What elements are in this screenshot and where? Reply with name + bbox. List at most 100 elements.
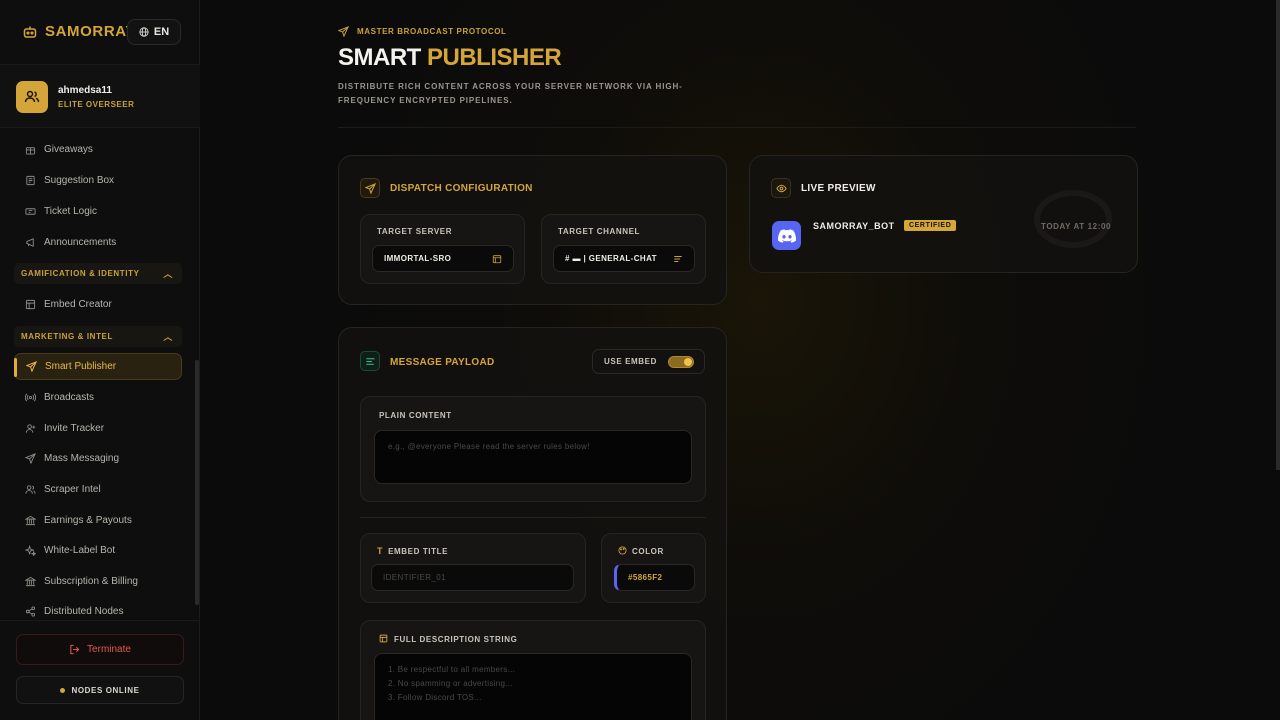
logout-icon xyxy=(70,644,80,655)
chevron-up-icon: ︿ xyxy=(163,269,173,279)
sidebar-item-label: Suggestion Box xyxy=(44,175,115,186)
sidebar-item-mass-messaging[interactable]: Mass Messaging xyxy=(14,445,182,472)
preview-timestamp: TODAY AT 12:00 xyxy=(1041,222,1112,231)
palette-icon xyxy=(618,546,627,557)
eye-watermark-icon xyxy=(1034,190,1112,248)
users-icon xyxy=(24,484,36,496)
header-divider xyxy=(338,127,1136,128)
layout-icon xyxy=(379,634,388,645)
embed-title-placeholder: IDENTIFIER_01 xyxy=(383,573,446,582)
sidebar-item-label: White-Label Bot xyxy=(44,545,116,556)
target-server-select[interactable]: IMMORTAL-SRO xyxy=(372,245,514,272)
use-embed-toggle[interactable] xyxy=(668,356,694,368)
robot-icon xyxy=(22,24,38,40)
globe-icon xyxy=(139,27,149,37)
preview-title: LIVE PREVIEW xyxy=(801,183,876,194)
bank-icon xyxy=(24,515,36,527)
message-payload-card: MESSAGE PAYLOAD PLAIN CONTENT e.g., @eve… xyxy=(338,327,727,720)
target-channel-label: TARGET CHANNEL xyxy=(558,227,641,236)
plain-content-label: PLAIN CONTENT xyxy=(379,411,452,420)
use-embed-toggle-box[interactable]: USE EMBED xyxy=(592,349,705,374)
user-role: ELITE OVERSEER xyxy=(58,100,135,109)
eye-icon xyxy=(771,178,791,198)
sidebar-item-earnings-payouts[interactable]: Earnings & Payouts xyxy=(14,507,182,534)
broadcast-icon xyxy=(24,392,36,404)
avatar xyxy=(16,81,48,113)
chevron-up-icon: ︿ xyxy=(163,332,173,342)
page-title-main: SMART xyxy=(338,44,421,71)
sidebar-item-subscription-billing[interactable]: Subscription & Billing xyxy=(14,568,182,595)
embed-title-group: T EMBED TITLE IDENTIFIER_01 xyxy=(360,533,586,603)
group-marketing[interactable]: MARKETING & INTEL ︿ xyxy=(14,326,182,347)
status-dot-icon xyxy=(60,687,66,693)
sidebar-item-embed-creator[interactable]: Embed Creator xyxy=(14,291,182,318)
sidebar-item-label: Embed Creator xyxy=(44,299,112,310)
sidebar-item-invite-tracker[interactable]: Invite Tracker xyxy=(14,415,182,442)
description-label: FULL DESCRIPTION STRING xyxy=(394,635,518,644)
send-icon xyxy=(25,361,37,373)
suggestion-icon xyxy=(24,175,36,187)
gift-icon xyxy=(24,144,36,156)
color-label: COLOR xyxy=(632,547,664,556)
embed-title-input[interactable]: IDENTIFIER_01 xyxy=(371,564,574,591)
sidebar-item-label: Subscription & Billing xyxy=(44,576,138,587)
plain-content-textarea[interactable]: e.g., @everyone Please read the server r… xyxy=(374,430,692,484)
language-button[interactable]: EN xyxy=(127,19,181,45)
list-icon xyxy=(673,254,683,266)
sidebar-scrollbar[interactable] xyxy=(195,360,199,605)
sparkle-icon xyxy=(24,545,36,557)
sidebar-item-label: Earnings & Payouts xyxy=(44,515,132,526)
page-subtitle: DISTRIBUTE RICH CONTENT ACROSS YOUR SERV… xyxy=(338,82,683,105)
send-icon xyxy=(360,178,380,198)
description-label-row: FULL DESCRIPTION STRING xyxy=(379,634,517,645)
bot-name: SAMORRAY_BOT xyxy=(813,221,895,231)
sidebar-item-ticket-logic[interactable]: Ticket Logic xyxy=(14,198,182,225)
send-icon xyxy=(338,26,349,37)
description-textarea[interactable]: 1. Be respectful to all members... 2. No… xyxy=(374,653,692,720)
share-icon xyxy=(24,606,36,618)
description-placeholder-line: 3. Follow Discord TOS... xyxy=(388,693,482,702)
bank-icon xyxy=(24,576,36,588)
brand-name: SAMORRAY xyxy=(45,23,136,40)
sidebar-item-scraper-intel[interactable]: Scraper Intel xyxy=(14,476,182,503)
user-card[interactable]: ahmedsa11 ELITE OVERSEER xyxy=(0,64,200,128)
sidebar-item-label: Broadcasts xyxy=(44,392,95,403)
sidebar-item-label: Invite Tracker xyxy=(44,423,105,434)
sidebar-item-label: Mass Messaging xyxy=(44,453,120,464)
payload-title: MESSAGE PAYLOAD xyxy=(390,357,495,368)
page-scrollbar[interactable] xyxy=(1276,0,1280,470)
sidebar-item-label: Smart Publisher xyxy=(45,361,117,372)
target-server-label: TARGET SERVER xyxy=(377,227,453,236)
dispatch-config-card: DISPATCH CONFIGURATION TARGET SERVER IMM… xyxy=(338,155,727,305)
sidebar-item-suggestion-box[interactable]: Suggestion Box xyxy=(14,167,182,194)
sidebar-item-label: Announcements xyxy=(44,237,117,248)
terminate-button[interactable]: Terminate xyxy=(16,634,184,665)
sidebar-item-label: Distributed Nodes xyxy=(44,606,124,617)
target-server-group: TARGET SERVER IMMORTAL-SRO xyxy=(360,214,525,284)
color-input[interactable]: #5865F2 xyxy=(614,564,695,591)
color-group: COLOR #5865F2 xyxy=(601,533,706,603)
sidebar-item-smart-publisher[interactable]: Smart Publisher xyxy=(14,353,182,380)
page-title-accent: PUBLISHER xyxy=(427,44,562,71)
sidebar-item-giveaways[interactable]: Giveaways xyxy=(14,136,182,163)
page-title: SMART PUBLISHER xyxy=(338,44,562,72)
terminate-label: Terminate xyxy=(87,644,131,655)
embed-title-label-row: T EMBED TITLE xyxy=(377,546,448,556)
sidebar-item-white-label-bot[interactable]: White-Label Bot xyxy=(14,537,182,564)
target-channel-select[interactable]: # ▬ | GENERAL-CHAT xyxy=(553,245,695,272)
ticket-icon xyxy=(24,206,36,218)
eyebrow-label: MASTER BROADCAST PROTOCOL xyxy=(357,27,507,36)
sidebar-item-broadcasts[interactable]: Broadcasts xyxy=(14,384,182,411)
color-value: #5865F2 xyxy=(628,573,663,582)
nodes-online-status: NODES ONLINE xyxy=(16,676,184,704)
sidebar-item-label: Scraper Intel xyxy=(44,484,101,495)
sidebar-item-announcements[interactable]: Announcements xyxy=(14,229,182,256)
user-plus-icon xyxy=(24,423,36,435)
megaphone-icon xyxy=(24,237,36,249)
use-embed-label: USE EMBED xyxy=(604,357,657,366)
sidebar-item-label: Ticket Logic xyxy=(44,206,97,217)
group-gamification[interactable]: GAMIFICATION & IDENTITY ︿ xyxy=(14,263,182,284)
description-placeholder-line: 1. Be respectful to all members... xyxy=(388,665,516,674)
dispatch-title: DISPATCH CONFIGURATION xyxy=(390,183,533,194)
color-label-row: COLOR xyxy=(618,546,664,557)
